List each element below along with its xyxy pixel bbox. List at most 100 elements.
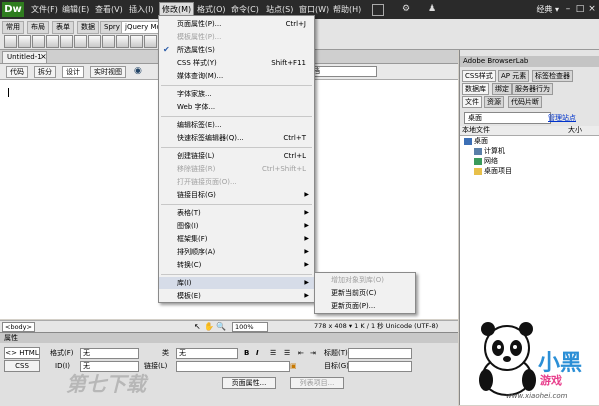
menu-item-make-link[interactable]: 创建链接(L) Ctrl+L [159,150,314,162]
indent-icon[interactable]: ⇥ [310,348,316,358]
tab-files[interactable]: 文件 [462,96,482,108]
page-properties-button[interactable]: 页面属性... [222,377,276,389]
class-select[interactable]: 无 [176,348,238,359]
page-icon[interactable] [4,35,17,48]
design-view-button[interactable]: 设计 [62,66,84,78]
page-icon[interactable] [88,35,101,48]
insert-tab-layout[interactable]: 布局 [27,21,49,34]
menu-item-selection-properties[interactable]: ✔ 所选属性(S) [159,44,314,56]
live-view-button[interactable]: 实时视图 [90,66,126,78]
menu-item-convert[interactable]: 转换(C) ▶ [159,259,314,271]
menu-item-templates[interactable]: 模板(E) ▶ [159,290,314,302]
inspect-icon[interactable]: ◉ [134,66,144,76]
text-caret [8,88,9,97]
page-icon[interactable] [74,35,87,48]
maximize-icon[interactable]: □ [575,4,585,14]
user-icon[interactable]: ♟ [428,4,438,14]
tree-item[interactable]: 计算机 [474,146,505,156]
site-select[interactable]: 桌面 [464,112,551,124]
chevron-right-icon: ▶ [304,279,309,286]
outdent-icon[interactable]: ⇤ [298,348,304,358]
computer-icon [474,147,482,155]
class-label: 类 [162,349,169,357]
menu-file[interactable]: 文件(F) [31,3,58,16]
column-size[interactable]: 大小 [568,126,582,135]
close-icon[interactable]: × [40,51,47,62]
unordered-list-icon[interactable]: ☰ [270,348,276,358]
browserlab-header[interactable]: Adobe BrowserLab [460,56,599,67]
workspace-switcher[interactable]: 经典 ▾ [536,3,559,16]
manage-sites-link[interactable]: 管理站点 [548,113,576,123]
page-icon[interactable] [102,35,115,48]
menu-item-web-fonts[interactable]: Web 字体... [159,101,314,113]
tree-item[interactable]: 桌面 [464,136,488,146]
tag-selector[interactable]: <body> [2,322,35,332]
page-icon[interactable] [60,35,73,48]
menu-item-font-families[interactable]: 字体家族... [159,88,314,100]
menu-item-css-styles[interactable]: CSS 样式(Y) Shift+F11 [159,57,314,69]
page-icon[interactable] [18,35,31,48]
title-field[interactable] [348,348,412,359]
tab-tag-inspector[interactable]: 标签检查器 [532,70,573,82]
chevron-right-icon: ▶ [304,292,309,299]
close-icon[interactable]: × [587,4,597,14]
html-mode-button[interactable]: <> HTML [4,347,40,359]
watermark-url: www.xiaohei.com [506,392,568,400]
menu-item-media-queries[interactable]: 媒体查询(M)... [159,70,314,82]
hand-icon[interactable]: ✋ [204,322,214,331]
page-icon[interactable] [32,35,45,48]
menu-item-link-target[interactable]: 链接目标(G) ▶ [159,189,314,201]
menu-item-arrange[interactable]: 排列顺序(A) ▶ [159,246,314,258]
menu-separator [161,116,312,117]
page-icon[interactable] [46,35,59,48]
page-icon[interactable] [116,35,129,48]
target-select[interactable] [348,361,412,372]
tree-item[interactable]: 桌面项目 [474,166,512,176]
split-view-button[interactable]: 拆分 [34,66,56,78]
menu-item-library[interactable]: 库(I) ▶ [159,277,314,289]
css-mode-button[interactable]: CSS [4,360,40,372]
tab-databases[interactable]: 数据库 [462,83,489,95]
insert-tab-common[interactable]: 常用 [2,21,24,34]
link-field[interactable] [176,361,290,372]
menu-item-edit-tag[interactable]: 编辑标签(E)... [159,119,314,131]
menu-help[interactable]: 帮助(H) [333,3,361,16]
tab-snippets[interactable]: 代码片断 [508,96,542,108]
folder-icon[interactable]: ▣ [290,361,297,371]
menu-item-quick-tag-editor[interactable]: 快速标签编辑器(Q)... Ctrl+T [159,132,314,144]
tab-assets[interactable]: 资源 [484,96,504,108]
zoom-select[interactable]: 100% [232,322,268,332]
gear-icon[interactable]: ⚙ [402,4,412,14]
tab-server-behaviors[interactable]: 服务器行为 [512,83,553,95]
bold-icon[interactable]: B [244,348,249,358]
insert-tab-forms[interactable]: 表单 [52,21,74,34]
menu-insert[interactable]: 插入(I) [129,3,154,16]
watermark-text: 第七下载 [66,372,146,396]
menu-separator [161,274,312,275]
insert-tab-data[interactable]: 数据 [77,21,99,34]
menu-item-table[interactable]: 表格(T) ▶ [159,207,314,219]
tree-item[interactable]: 网络 [474,156,498,166]
submenu-item-update-current-page[interactable]: 更新当前页(C) [315,287,415,299]
tab-bindings[interactable]: 绑定 [492,83,512,95]
layout-icon[interactable] [372,4,384,16]
page-icon[interactable] [144,35,157,48]
pointer-icon[interactable]: ↖ [194,322,201,331]
menu-item-frameset[interactable]: 框架集(F) ▶ [159,233,314,245]
zoom-icon[interactable]: 🔍 [216,322,226,331]
column-local-files[interactable]: 本地文件 [462,126,490,135]
ordered-list-icon[interactable]: ☰ [284,348,290,358]
format-select[interactable]: 无 [80,348,139,359]
code-view-button[interactable]: 代码 [6,66,28,78]
tab-ap-elements[interactable]: AP 元素 [498,70,530,82]
italic-icon[interactable]: I [256,348,259,358]
menu-edit[interactable]: 编辑(E) [62,3,89,16]
menu-item-page-properties[interactable]: 页面属性(P)... Ctrl+J [159,18,314,30]
network-icon [474,157,482,165]
menu-item-image[interactable]: 图像(I) ▶ [159,220,314,232]
menu-view[interactable]: 查看(V) [95,3,123,16]
page-icon[interactable] [130,35,143,48]
tab-css-styles[interactable]: CSS样式 [462,70,496,82]
submenu-item-update-pages[interactable]: 更新页面(P)... [315,300,415,312]
minimize-icon[interactable]: – [563,4,573,14]
